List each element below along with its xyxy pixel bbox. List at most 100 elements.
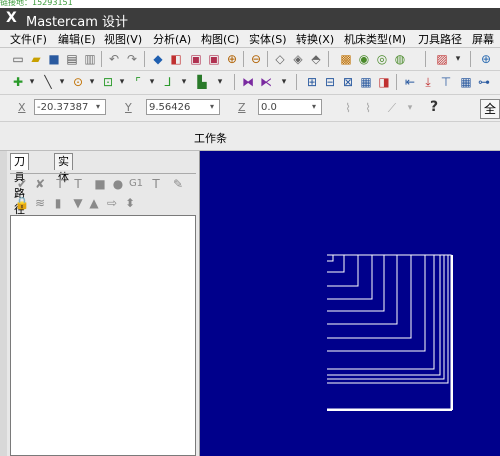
menu-file[interactable]: 文件(F)	[10, 31, 47, 47]
chevron-down-icon[interactable]: ▾	[206, 100, 218, 114]
chevron-down-icon[interactable]: ▾	[92, 100, 104, 114]
drafting-icon[interactable]: ▙	[194, 74, 210, 90]
contour-line	[327, 254, 345, 273]
help-icon[interactable]: ?	[426, 99, 442, 115]
high-speed-icon[interactable]: T	[148, 176, 164, 192]
menu-screen[interactable]: 屏幕	[472, 31, 494, 47]
new-file-icon[interactable]: ▭	[10, 51, 26, 67]
stretch-icon[interactable]: ⇤	[402, 74, 418, 90]
save-icon[interactable]: ■	[46, 51, 62, 67]
contour-line	[327, 254, 398, 325]
chevron-down-icon[interactable]: ▾	[144, 74, 160, 90]
x-label: X	[18, 101, 26, 114]
print-icon[interactable]: ▤	[64, 51, 80, 67]
solid-sphere-icon[interactable]: ◍	[392, 51, 408, 67]
roll-icon[interactable]: ⤓	[420, 74, 436, 90]
regenerate-dirty-icon[interactable]: T	[70, 176, 86, 192]
wrap-icon[interactable]: ⊶	[476, 74, 492, 90]
chevron-down-icon[interactable]: ▾	[308, 100, 320, 114]
menu-xform[interactable]: 转换(X)	[296, 31, 334, 47]
lock-icon[interactable]: 🔒	[14, 195, 30, 211]
chevron-down-icon[interactable]: ▾	[276, 74, 292, 90]
array-icon[interactable]: ⊤	[438, 74, 454, 90]
offset-icon[interactable]: ⊟	[322, 74, 338, 90]
chevron-down-icon[interactable]: ▾	[114, 74, 130, 90]
globe-icon[interactable]: ⊕	[478, 51, 494, 67]
z-coordinate-value: 0.0	[261, 102, 277, 113]
zoom-target-icon[interactable]: ▣	[206, 51, 222, 67]
backplot-icon[interactable]: ■	[92, 176, 108, 192]
chevron-down-icon[interactable]: ▾	[24, 74, 40, 90]
chevron-down-icon[interactable]: ▾	[84, 74, 100, 90]
chevron-down-icon[interactable]: ▾	[402, 100, 418, 116]
solid-cylinder-icon[interactable]: ◉	[356, 51, 372, 67]
graphics-viewport[interactable]	[200, 151, 500, 456]
menu-toolpaths[interactable]: 刀具路径	[418, 31, 462, 47]
offset-contour-icon[interactable]: ⊠	[340, 74, 356, 90]
toggle-display-icon[interactable]: ≋	[32, 195, 48, 211]
lock-y-icon[interactable]: ⌇	[360, 100, 376, 116]
lock-x-icon[interactable]: ⌇	[340, 100, 356, 116]
x-coordinate-value: -20.37387	[37, 102, 89, 113]
contour-line	[327, 254, 373, 300]
menu-solids[interactable]: 实体(S)	[249, 31, 287, 47]
undo-icon[interactable]: ↶	[106, 51, 122, 67]
menu-view[interactable]: 视图(V)	[104, 31, 142, 47]
view-cube-icon[interactable]: ▨	[434, 51, 450, 67]
y-coordinate-field[interactable]: 9.56426 ▾	[146, 99, 220, 115]
contour-line	[327, 254, 445, 380]
chevron-down-icon[interactable]: ▾	[176, 74, 192, 90]
hidden-line-icon[interactable]: ◈	[290, 51, 306, 67]
contour-line	[327, 254, 449, 384]
repaint-icon[interactable]: ◆	[150, 51, 166, 67]
scale-icon[interactable]: ◨	[376, 74, 392, 90]
clipboard-icon[interactable]: ▥	[82, 51, 98, 67]
zoom-out-icon[interactable]: ⊖	[248, 51, 264, 67]
y-coordinate-value: 9.56426	[149, 102, 191, 113]
wireframe-icon[interactable]: ◇	[272, 51, 288, 67]
shaded-icon[interactable]: ⬘	[308, 51, 324, 67]
full-button[interactable]: 全	[480, 99, 500, 119]
operations-list[interactable]	[10, 215, 196, 456]
fit-icon[interactable]: ◧	[168, 51, 184, 67]
post-g1-icon[interactable]: G1	[128, 176, 144, 192]
separator	[234, 74, 235, 90]
edit-icon[interactable]: ✎	[170, 176, 186, 192]
solid-cone-icon[interactable]: ◎	[374, 51, 390, 67]
project-icon[interactable]: ▦	[358, 74, 374, 90]
zoom-window-icon[interactable]: ▣	[188, 51, 204, 67]
solid-box-icon[interactable]: ▩	[338, 51, 354, 67]
menu-create[interactable]: 构图(C)	[201, 31, 239, 47]
open-file-icon[interactable]: ▰	[28, 51, 44, 67]
separator	[101, 51, 102, 67]
chevron-down-icon[interactable]: ▾	[212, 74, 228, 90]
move-down-icon[interactable]: ▼	[70, 195, 86, 211]
trim-icon[interactable]: ⅃	[160, 74, 176, 90]
select-all-ops-icon[interactable]: ✔	[14, 176, 30, 192]
geometry-canvas	[327, 254, 453, 411]
menu-analyze[interactable]: 分析(A)	[153, 31, 191, 47]
z-coordinate-field[interactable]: 0.0 ▾	[258, 99, 322, 115]
fast-point-icon[interactable]: ⟋	[384, 100, 400, 116]
scroll-icon[interactable]: ⬍	[122, 195, 138, 211]
chevron-down-icon[interactable]: ▾	[450, 51, 466, 67]
zoom-in-icon[interactable]: ⊕	[224, 51, 240, 67]
mirror-icon[interactable]: ⧓	[240, 74, 256, 90]
chevron-down-icon[interactable]: ▾	[54, 74, 70, 90]
grid-icon[interactable]: ▦	[458, 74, 474, 90]
move-up-icon[interactable]: ▲	[86, 195, 102, 211]
rotate-icon[interactable]: ⧔	[258, 74, 274, 90]
posting-icon[interactable]: ▮	[50, 195, 66, 211]
redo-icon[interactable]: ↷	[124, 51, 140, 67]
verify-icon[interactable]: ●	[110, 176, 126, 192]
tab-toolpaths[interactable]: 刀具路径	[10, 153, 29, 216]
menu-edit[interactable]: 编辑(E)	[58, 31, 96, 47]
regenerate-icon[interactable]: T	[52, 176, 68, 192]
translate-icon[interactable]: ⊞	[304, 74, 320, 90]
tab-solids[interactable]: 实体	[54, 153, 73, 184]
menu-machine-type[interactable]: 机床类型(M)	[344, 31, 406, 47]
insert-arrow-icon[interactable]: ⇨	[104, 195, 120, 211]
contour-line	[327, 254, 452, 410]
x-coordinate-field[interactable]: -20.37387 ▾	[34, 99, 106, 115]
select-failed-ops-icon[interactable]: ✘	[32, 176, 48, 192]
